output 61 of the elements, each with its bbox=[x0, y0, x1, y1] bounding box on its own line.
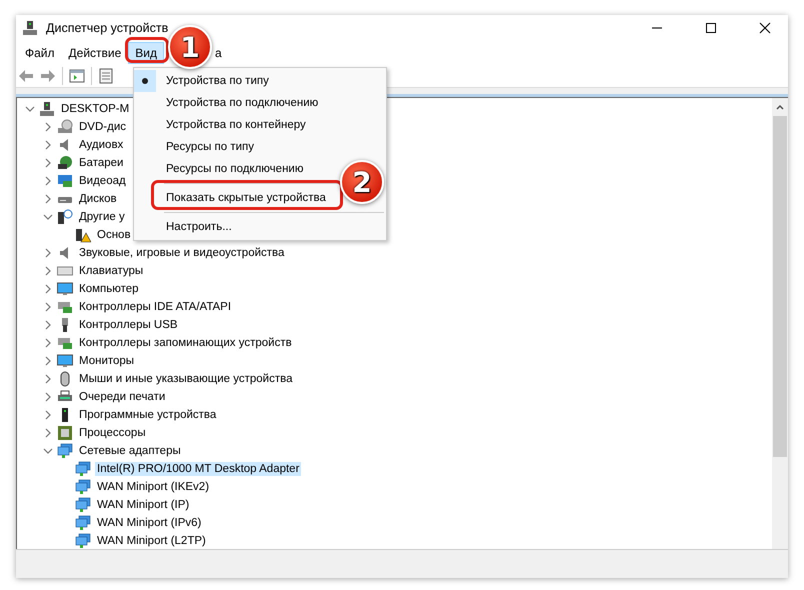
menu-item[interactable]: Файл bbox=[18, 42, 62, 64]
network-icon bbox=[75, 461, 91, 477]
tree-item[interactable]: Программные устройства bbox=[77, 408, 218, 422]
tree-item[interactable]: WAN Miniport (L2TP) bbox=[95, 534, 208, 548]
tree-item[interactable]: Основ bbox=[95, 228, 133, 242]
menu-option[interactable]: Устройства по типу bbox=[134, 70, 273, 92]
tree-item[interactable]: Очереди печати bbox=[77, 390, 168, 404]
processor-icon bbox=[57, 425, 73, 441]
tree-item[interactable]: DESKTOP-M bbox=[59, 102, 132, 116]
menu-option[interactable]: Ресурсы по типу bbox=[134, 136, 258, 158]
tree-item[interactable]: Контроллеры IDE ATA/ATAPI bbox=[77, 300, 234, 314]
forward-arrow-icon[interactable] bbox=[40, 68, 56, 84]
tree-item[interactable]: Контроллеры USB bbox=[77, 318, 180, 332]
menu-item[interactable]: Действие bbox=[62, 42, 128, 64]
disc-drive-icon bbox=[57, 119, 73, 135]
tree-item[interactable]: Сетевые адаптеры bbox=[77, 444, 183, 458]
tree-item[interactable]: Аудиовх bbox=[77, 138, 126, 152]
network-icon bbox=[75, 497, 91, 513]
window-title: Диспетчер устройств bbox=[46, 20, 170, 34]
close-icon[interactable] bbox=[759, 22, 771, 34]
tree-item[interactable]: Клавиатуры bbox=[77, 264, 146, 278]
controller-icon bbox=[57, 335, 73, 351]
tree-item[interactable]: WAN Miniport (IKEv2) bbox=[95, 480, 212, 494]
tree-item[interactable]: Компьютер bbox=[77, 282, 141, 296]
controller-icon bbox=[57, 299, 73, 315]
step-badge: 1 bbox=[168, 25, 212, 69]
tree-item[interactable]: Intel(R) PRO/1000 MT Desktop Adapter bbox=[95, 462, 302, 476]
tree-item[interactable]: Дисков bbox=[77, 192, 119, 206]
scrollbar[interactable] bbox=[772, 98, 788, 549]
network-icon bbox=[75, 479, 91, 495]
tree-item[interactable]: Контроллеры запоминающих устройств bbox=[77, 336, 294, 350]
menu-option[interactable]: Показать скрытые устройства bbox=[134, 187, 330, 209]
maximize-icon[interactable] bbox=[705, 22, 717, 34]
network-icon bbox=[75, 533, 91, 549]
tree-item[interactable]: Другие у bbox=[77, 210, 127, 224]
battery-icon bbox=[57, 155, 73, 171]
properties-icon[interactable] bbox=[98, 68, 114, 84]
display-adapter-icon bbox=[57, 173, 73, 189]
menu-option[interactable]: Настроить... bbox=[134, 216, 236, 238]
network-icon bbox=[57, 443, 73, 459]
back-arrow-icon[interactable] bbox=[18, 68, 34, 84]
computer-icon bbox=[39, 101, 55, 117]
monitor-icon bbox=[57, 353, 73, 369]
tree-item[interactable]: Батареи bbox=[77, 156, 126, 170]
menu-option[interactable]: Устройства по контейнеру bbox=[134, 114, 310, 136]
network-icon bbox=[75, 515, 91, 531]
menu-option[interactable]: Устройства по подключению bbox=[134, 92, 322, 114]
tree-item[interactable]: WAN Miniport (IP) bbox=[95, 498, 192, 512]
tree-item[interactable]: WAN Miniport (IPv6) bbox=[95, 516, 204, 530]
tree-item[interactable]: Мыши и иные указывающие устройства bbox=[77, 372, 295, 386]
tree-item[interactable]: Мониторы bbox=[77, 354, 136, 368]
tree-item[interactable]: Видеоад bbox=[77, 174, 128, 188]
monitor-icon bbox=[57, 281, 73, 297]
unknown-device-icon bbox=[57, 209, 73, 225]
warning-device-icon bbox=[75, 227, 91, 243]
app-icon bbox=[22, 20, 38, 36]
console-tree-icon[interactable] bbox=[69, 68, 85, 84]
menu-option[interactable]: Ресурсы по подключению bbox=[134, 158, 308, 180]
tree-item[interactable]: Звуковые, игровые и видеоустройства bbox=[77, 246, 286, 260]
tree-item[interactable]: Процессоры bbox=[77, 426, 148, 440]
tree-item[interactable]: DVD-дис bbox=[77, 120, 128, 134]
